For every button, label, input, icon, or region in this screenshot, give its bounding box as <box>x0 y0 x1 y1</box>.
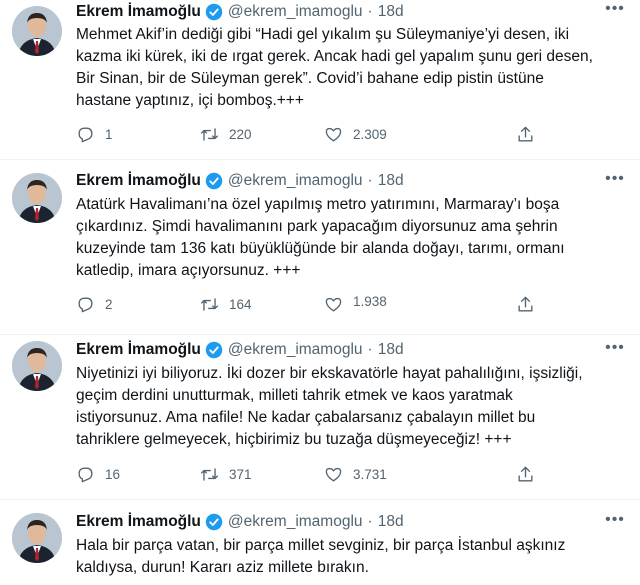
tweet-text-line: Niyetinizi iyi biliyoruz. İki dozer bir … <box>76 365 583 382</box>
tweet-text-line: istiyorsunuz. Ama nafile! Ne kadar çabal… <box>76 409 536 426</box>
share-icon <box>518 466 533 482</box>
avatar[interactable] <box>12 513 62 563</box>
author-handle[interactable]: @ekrem_imamoglu <box>228 341 363 359</box>
tweet-text-line: Mehmet Akif’in dediği gibi “Hadi gel yık… <box>76 26 570 43</box>
tweet-text-line: Atatürk Havalimanı’na özel yapılmış metr… <box>76 196 560 213</box>
tweet-text-line: katledip, imara açıyorsunuz. +++ <box>76 262 301 279</box>
avatar-photo-icon <box>12 173 62 223</box>
retweet-button[interactable]: 164 <box>200 295 252 314</box>
verified-badge-icon <box>205 513 223 531</box>
like-count: 3.731 <box>353 467 387 482</box>
reply-count: 16 <box>105 467 121 482</box>
share-icon <box>518 126 533 142</box>
author-handle[interactable]: @ekrem_imamoglu <box>228 3 363 21</box>
tweet-text-line: tahriklere gelmeyecek, hiçbirimiz bu tuz… <box>76 431 512 448</box>
tweet-text: Niyetinizi iyi biliyoruz. İki dozer bir … <box>76 363 624 451</box>
retweet-count: 220 <box>229 127 252 142</box>
tweet-text-line: kazma iki kürek, iki de ırgat gerek. Anc… <box>76 48 593 65</box>
more-dots-icon[interactable]: ••• <box>604 1 626 20</box>
share-button[interactable] <box>516 295 545 314</box>
tweet-text-line: geçim derdini unutturmak, milleti tahrik… <box>76 387 513 404</box>
retweet-count: 164 <box>229 297 252 312</box>
tweet-time[interactable]: 18d <box>378 513 404 531</box>
more-dots-icon[interactable]: ••• <box>604 340 626 359</box>
tweet-time[interactable]: 18d <box>378 3 404 21</box>
retweet-button[interactable]: 371 <box>200 465 252 484</box>
author-name[interactable]: Ekrem İmamoğlu <box>76 513 201 531</box>
author-handle[interactable]: @ekrem_imamoglu <box>228 172 363 190</box>
reply-icon <box>78 467 93 483</box>
reply-count: 1 <box>105 127 113 142</box>
tweet-text-line: hastane yaptınız, içi bomboş.+++ <box>76 92 304 109</box>
tweet[interactable]: Ekrem İmamoğlu @ekrem_imamoglu · 18d •••… <box>0 500 640 585</box>
share-button[interactable] <box>516 125 545 144</box>
avatar[interactable] <box>12 6 62 56</box>
reply-icon <box>78 127 93 143</box>
like-count: 2.309 <box>353 127 387 142</box>
tweet-text: Atatürk Havalimanı’na özel yapılmış metr… <box>76 194 624 282</box>
verified-badge-icon <box>205 3 223 21</box>
tweet[interactable]: Ekrem İmamoğlu @ekrem_imamoglu · 18d •••… <box>0 335 640 500</box>
tweet-text: Mehmet Akif’in dediği gibi “Hadi gel yık… <box>76 24 624 112</box>
separator-dot: · <box>367 172 373 189</box>
retweet-button[interactable]: 220 <box>200 125 252 144</box>
separator-dot: · <box>367 3 373 20</box>
tweet-feed: Ekrem İmamoğlu @ekrem_imamoglu · 18d •••… <box>0 0 640 585</box>
like-button[interactable]: 2.309 <box>324 125 387 144</box>
tweet-text-line: Bir Sinan, bir de Süleyman gerek”. Covid… <box>76 70 544 87</box>
more-dots-icon[interactable]: ••• <box>604 171 626 190</box>
heart-icon <box>325 297 342 312</box>
like-count: 1.938 <box>353 294 387 309</box>
tweet-actions: 2 164 1.938 <box>76 294 556 319</box>
tweet-header: Ekrem İmamoğlu @ekrem_imamoglu · 18d <box>76 339 404 361</box>
tweet-text: Hala bir parça vatan, bir parça millet s… <box>76 535 624 579</box>
avatar[interactable] <box>12 341 62 391</box>
tweet-text-line: çıkardınız. Şimdi havalimanını park yapa… <box>76 218 558 235</box>
tweet[interactable]: Ekrem İmamoğlu @ekrem_imamoglu · 18d •••… <box>0 160 640 335</box>
author-name[interactable]: Ekrem İmamoğlu <box>76 3 201 21</box>
author-name[interactable]: Ekrem İmamoğlu <box>76 341 201 359</box>
verified-badge-icon <box>205 341 223 359</box>
tweet-text-line: kaldıysa, durun! Kararı aziz millete bır… <box>76 559 369 576</box>
separator-dot: · <box>367 341 373 358</box>
tweet[interactable]: Ekrem İmamoğlu @ekrem_imamoglu · 18d •••… <box>0 0 640 160</box>
separator-dot: · <box>367 513 373 530</box>
verified-badge-icon <box>205 172 223 190</box>
retweet-count: 371 <box>229 467 252 482</box>
reply-button[interactable]: 16 <box>76 465 120 484</box>
heart-icon <box>325 467 342 482</box>
tweet-header: Ekrem İmamoğlu @ekrem_imamoglu · 18d <box>76 511 404 533</box>
author-handle[interactable]: @ekrem_imamoglu <box>228 513 363 531</box>
tweet-time[interactable]: 18d <box>378 172 404 190</box>
reply-count: 2 <box>105 297 113 312</box>
more-dots-icon[interactable]: ••• <box>604 512 626 531</box>
avatar[interactable] <box>12 173 62 223</box>
like-button[interactable]: 3.731 <box>324 465 387 484</box>
heart-icon <box>325 127 342 142</box>
avatar-photo-icon <box>12 513 62 563</box>
share-icon <box>518 296 533 312</box>
tweet-header: Ekrem İmamoğlu @ekrem_imamoglu · 18d <box>76 1 404 23</box>
tweet-text-line: kuzeyinde tam 136 katı büyüklüğünde bir … <box>76 240 565 257</box>
retweet-icon <box>200 128 219 141</box>
tweet-actions: 16 371 3.731 <box>76 465 556 489</box>
like-button[interactable]: 1.938 <box>324 294 387 314</box>
reply-button[interactable]: 2 <box>76 295 113 314</box>
share-button[interactable] <box>516 465 545 484</box>
reply-icon <box>78 297 93 313</box>
retweet-icon <box>200 468 219 481</box>
reply-button[interactable]: 1 <box>76 125 113 144</box>
avatar-photo-icon <box>12 341 62 391</box>
tweet-header: Ekrem İmamoğlu @ekrem_imamoglu · 18d <box>76 170 404 192</box>
author-name[interactable]: Ekrem İmamoğlu <box>76 172 201 190</box>
tweet-actions: 1 220 2.309 <box>76 125 556 149</box>
retweet-icon <box>200 298 219 311</box>
avatar-photo-icon <box>12 6 62 56</box>
tweet-text-line: Hala bir parça vatan, bir parça millet s… <box>76 537 566 554</box>
tweet-time[interactable]: 18d <box>378 341 404 359</box>
